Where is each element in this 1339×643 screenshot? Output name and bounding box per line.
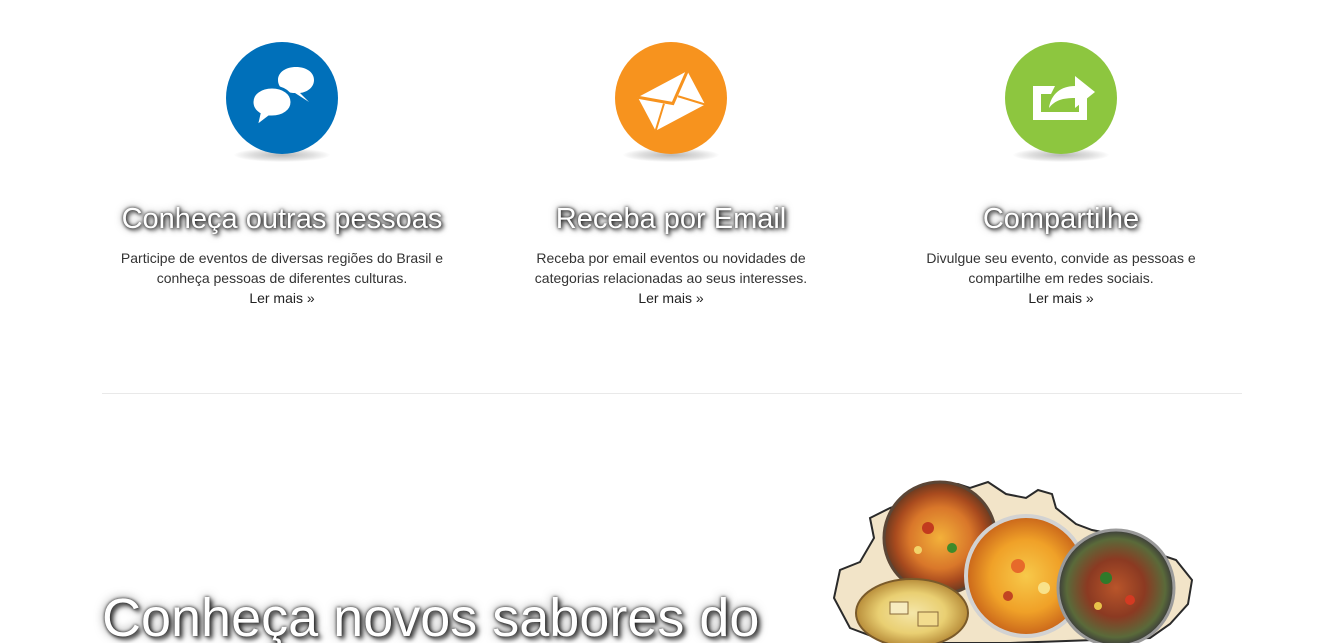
share-icon: [1005, 42, 1117, 154]
read-more-link[interactable]: Ler mais »: [1028, 288, 1093, 308]
feature-description-line: conheça pessoas de diferentes culturas.: [156, 270, 408, 286]
feature-title: Conheça outras pessoas: [121, 203, 443, 235]
page: Conheça outras pessoas Participe de even…: [0, 0, 1339, 643]
feature-description: Receba por email eventos ou novidades de…: [501, 248, 841, 308]
feature-title: Receba por Email: [555, 203, 787, 235]
read-more-link[interactable]: Ler mais »: [638, 288, 703, 308]
feature-icon-wrap: [615, 40, 727, 166]
read-more-link[interactable]: Ler mais »: [249, 288, 314, 308]
feature-icon-wrap: [226, 40, 338, 166]
hero-title: Conheça novos sabores do: [102, 588, 760, 643]
feature-description-line: Divulgue seu evento, convide as pessoas …: [926, 250, 1196, 266]
envelope-icon: [615, 42, 727, 154]
feature-email: Receba por Email Receba por email evento…: [476, 40, 866, 308]
feature-icon-wrap: [1005, 40, 1117, 166]
feature-title: Compartilhe: [982, 203, 1140, 235]
feature-description: Participe de eventos de diversas regiões…: [112, 248, 452, 308]
feature-description-line: compartilhe em redes sociais.: [968, 270, 1154, 286]
chat-bubbles-icon: [226, 42, 338, 154]
feature-description-line: Receba por email eventos ou novidades de: [536, 250, 806, 266]
feature-meet-people: Conheça outras pessoas Participe de even…: [87, 40, 477, 308]
feature-description-line: Participe de eventos de diversas regiões…: [120, 250, 444, 266]
feature-share: Compartilhe Divulgue seu evento, convide…: [866, 40, 1256, 308]
feature-description-line: categorias relacionadas ao seus interess…: [534, 270, 808, 286]
section-divider: [102, 393, 1242, 394]
feature-description: Divulgue seu evento, convide as pessoas …: [891, 248, 1231, 308]
brazil-food-map-image: [830, 478, 1200, 643]
